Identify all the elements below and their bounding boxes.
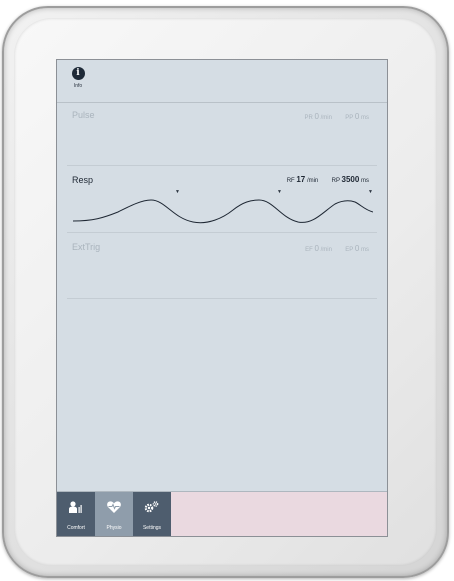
tab-physio[interactable]: Physio	[95, 492, 133, 536]
channel-divider	[67, 232, 377, 233]
channel-pulse[interactable]: Pulse PR 0 /min PP 0 ms	[57, 108, 387, 128]
tab-label: Comfort	[67, 525, 85, 531]
info-label: Info	[73, 83, 83, 89]
metric-value: 3500	[341, 175, 360, 184]
tab-label: Settings	[142, 525, 162, 531]
tab-settings[interactable]: Settings	[133, 492, 171, 536]
metric-unit: ms	[361, 178, 369, 184]
resp-waveform	[73, 199, 373, 224]
channel-name: Pulse	[72, 110, 95, 120]
channel-values: EF 0 /min EP 0 ms	[305, 244, 369, 253]
gears-icon	[144, 501, 159, 513]
metric-value: 0	[314, 244, 319, 253]
metric-value: 0	[314, 112, 319, 121]
channel-values: RF 17 /min RP 3500 ms	[287, 175, 369, 184]
bottom-tab-bar: Comfort Physio Settings	[57, 491, 387, 536]
metric-value: 0	[354, 244, 360, 253]
tab-label: Physio	[106, 525, 122, 531]
person-comfort-icon	[69, 501, 82, 513]
monitor-screen: i Info Pulse PR 0 /min PP 0 ms Resp RF 1…	[56, 59, 388, 537]
metric-value: 17	[296, 175, 306, 184]
channel-name: ExtTrig	[72, 242, 101, 252]
channel-divider	[67, 165, 377, 166]
info-button[interactable]: i Info	[65, 67, 91, 97]
channel-resp[interactable]: Resp RF 17 /min RP 3500 ms ▼ ▼ ▼	[57, 172, 387, 234]
channel-divider	[67, 298, 377, 299]
channel-name: Resp	[72, 175, 94, 185]
status-area	[171, 492, 387, 536]
metric-label: PR	[304, 115, 313, 121]
tab-comfort[interactable]: Comfort	[57, 492, 95, 536]
metric-label: EF	[305, 247, 313, 253]
info-icon: i	[71, 67, 85, 80]
metric-unit: /min	[320, 247, 332, 253]
metric-label: RF	[286, 178, 295, 184]
heart-pulse-icon	[107, 501, 121, 513]
metric-label: PP	[345, 115, 354, 121]
metric-unit: ms	[361, 115, 369, 121]
top-bar: i Info	[57, 60, 387, 103]
metric-unit: ms	[361, 247, 369, 253]
metric-unit: /min	[320, 115, 332, 121]
metric-label: RP	[331, 178, 340, 184]
metric-label: EP	[345, 247, 354, 253]
channel-exttrig[interactable]: ExtTrig EF 0 /min EP 0 ms	[57, 240, 387, 260]
metric-unit: /min	[306, 178, 319, 184]
channel-values: PR 0 /min PP 0 ms	[304, 112, 369, 121]
metric-value: 0	[354, 112, 360, 121]
